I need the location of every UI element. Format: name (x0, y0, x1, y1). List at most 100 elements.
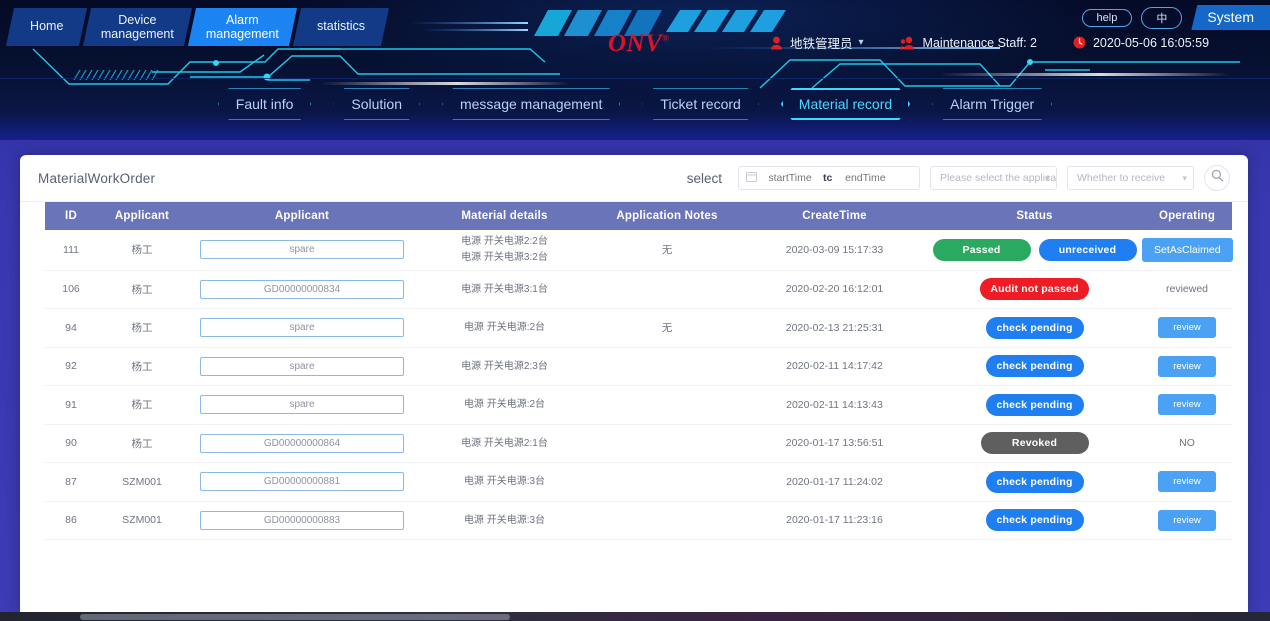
subnav-ticket-record[interactable]: Ticket record (642, 88, 758, 120)
cell-id: 91 (45, 385, 97, 425)
chevron-down-icon[interactable]: ▾ (859, 37, 864, 48)
review-button[interactable]: review (1158, 394, 1216, 416)
status-badge[interactable]: check pending (985, 470, 1084, 493)
page-title: MaterialWorkOrder (38, 170, 156, 186)
table-row: 86SZM001 电源 开关电源:3台 2020-01-17 11:23:16 che… (45, 501, 1232, 540)
material-line: 电源 开关电源:2台 (463, 399, 546, 410)
order-number-input[interactable] (200, 433, 404, 453)
table-row: 91杨工 电源 开关电源:2台 2020-02-11 14:13:43 check p… (45, 385, 1232, 425)
end-time-input[interactable] (836, 172, 895, 184)
main-tab-statistics[interactable]: statistics (293, 8, 390, 46)
cell-create-time: 2020-01-17 13:56:51 (742, 424, 927, 463)
main-tab-statistics-label: statistics (317, 19, 366, 34)
material-line: 电源 开关电源:3台 (463, 476, 546, 487)
language-button[interactable]: 中 (1141, 6, 1183, 29)
staff-icon (899, 36, 916, 50)
header-info-bar: 地铁管理员 ▾ Maintenance Staff: 2 2020-05-06 … (770, 33, 1209, 52)
subnav-alarm-trigger[interactable]: Alarm Trigger (932, 88, 1052, 120)
status-badge[interactable]: check pending (985, 316, 1084, 339)
header-controls: help 中 System (1081, 5, 1270, 30)
search-icon (1211, 169, 1224, 187)
status-badge[interactable]: check pending (985, 509, 1084, 532)
receive-select-placeholder: Whether to receive (1077, 172, 1166, 184)
material-line: 电源 开关电源3:2台 (461, 251, 548, 263)
system-button[interactable]: System (1191, 5, 1270, 30)
order-number-input[interactable] (200, 279, 404, 299)
sub-navigation: Fault info Solution message management T… (0, 88, 1270, 120)
status-badge[interactable]: check pending (985, 355, 1084, 378)
date-range-picker[interactable]: tc (738, 166, 920, 190)
cell-create-time: 2020-02-11 14:13:43 (742, 385, 927, 425)
col-application-notes: Application Notes (592, 202, 742, 230)
maintenance-staff-label: Maintenance Staff: 2 (922, 35, 1037, 50)
cell-status: check pending (927, 462, 1142, 502)
order-number-input[interactable] (200, 395, 404, 415)
subnav-fault-info[interactable]: Fault info (218, 88, 312, 120)
subnav-material-record[interactable]: Material record (781, 88, 910, 120)
table-row: 94杨工 电源 开关电源:2台 无2020-02-13 21:25:31 check … (45, 308, 1232, 348)
cell-application-notes (592, 270, 742, 309)
review-button[interactable]: review (1158, 471, 1216, 493)
cell-applicant: 杨工 (97, 230, 187, 271)
material-line: 电源 开关电源2:2台 (461, 236, 548, 248)
operating-status-text: NO (1179, 437, 1195, 450)
main-tab-home[interactable]: Home (5, 8, 88, 46)
table-row: 87SZM001 电源 开关电源:3台 2020-01-17 11:24:02 che… (45, 462, 1232, 502)
search-button[interactable] (1204, 165, 1230, 191)
review-button[interactable]: review (1158, 355, 1216, 377)
cell-operating: SetAsClaimed (1142, 230, 1233, 271)
cell-material-details: 电源 开关电源:2台 (417, 308, 592, 348)
cell-order-input (187, 347, 417, 386)
order-number-input[interactable] (200, 356, 404, 376)
review-button[interactable]: review (1158, 317, 1216, 339)
help-button[interactable]: help (1081, 8, 1133, 27)
order-number-input[interactable] (200, 240, 404, 260)
order-number-input[interactable] (200, 510, 404, 530)
applicant-select[interactable]: Please select the applicar ▾ (930, 166, 1057, 190)
cell-material-details: 电源 开关电源:3台 (417, 462, 592, 502)
receive-select[interactable]: Whether to receive ▾ (1067, 166, 1194, 190)
scrollbar-thumb[interactable] (80, 614, 510, 620)
status-badge[interactable]: check pending (985, 393, 1084, 416)
cell-status: check pending (927, 347, 1142, 386)
main-tab-alarm-management[interactable]: Alarm management (188, 8, 298, 46)
cell-order-input (187, 424, 417, 463)
status-badge[interactable]: Audit not passed (980, 278, 1089, 301)
table-container: ID Applicant Applicant Material details … (20, 202, 1248, 540)
order-number-input[interactable] (200, 318, 404, 338)
cell-operating: reviewed (1142, 270, 1232, 309)
subnav-solution[interactable]: Solution (333, 88, 420, 120)
cell-applicant: 杨工 (97, 308, 187, 348)
status-badge[interactable]: unreceived (1038, 238, 1137, 261)
cell-application-notes (592, 424, 742, 463)
cell-application-notes: 无 (592, 308, 742, 348)
col-create-time: CreateTime (742, 202, 927, 230)
cell-status: Audit not passed (927, 270, 1142, 309)
cell-create-time: 2020-02-20 16:12:01 (742, 270, 927, 309)
cell-operating: review (1142, 308, 1232, 348)
status-badge[interactable]: Passed (932, 238, 1031, 261)
main-tab-home-label: Home (30, 19, 64, 34)
col-status: Status (927, 202, 1142, 230)
horizontal-scrollbar[interactable] (0, 612, 1270, 621)
order-number-input[interactable] (200, 472, 404, 492)
maintenance-staff-item: Maintenance Staff: 2 (899, 35, 1037, 50)
range-separator: tc (823, 172, 833, 184)
subnav-ticket-record-label: Ticket record (660, 96, 741, 112)
status-badge[interactable]: Revoked (980, 432, 1089, 455)
cell-order-input (187, 308, 417, 348)
main-tab-alarm-line1: Alarm (226, 12, 260, 27)
start-time-input[interactable] (761, 172, 819, 184)
main-tab-device-management[interactable]: Device management (83, 8, 193, 46)
table-header-row: ID Applicant Applicant Material details … (45, 202, 1232, 230)
set-as-claimed-button[interactable]: SetAsClaimed (1142, 237, 1233, 262)
user-role-item[interactable]: 地铁管理员 ▾ (770, 33, 864, 52)
review-button[interactable]: review (1158, 509, 1216, 531)
cell-application-notes (592, 385, 742, 425)
user-role-label: 地铁管理员 (790, 37, 853, 51)
cell-application-notes: 无 (592, 230, 742, 271)
cell-id: 92 (45, 347, 97, 386)
cell-application-notes (592, 501, 742, 540)
subnav-fault-info-label: Fault info (235, 96, 294, 112)
subnav-message-management[interactable]: message management (442, 88, 620, 120)
